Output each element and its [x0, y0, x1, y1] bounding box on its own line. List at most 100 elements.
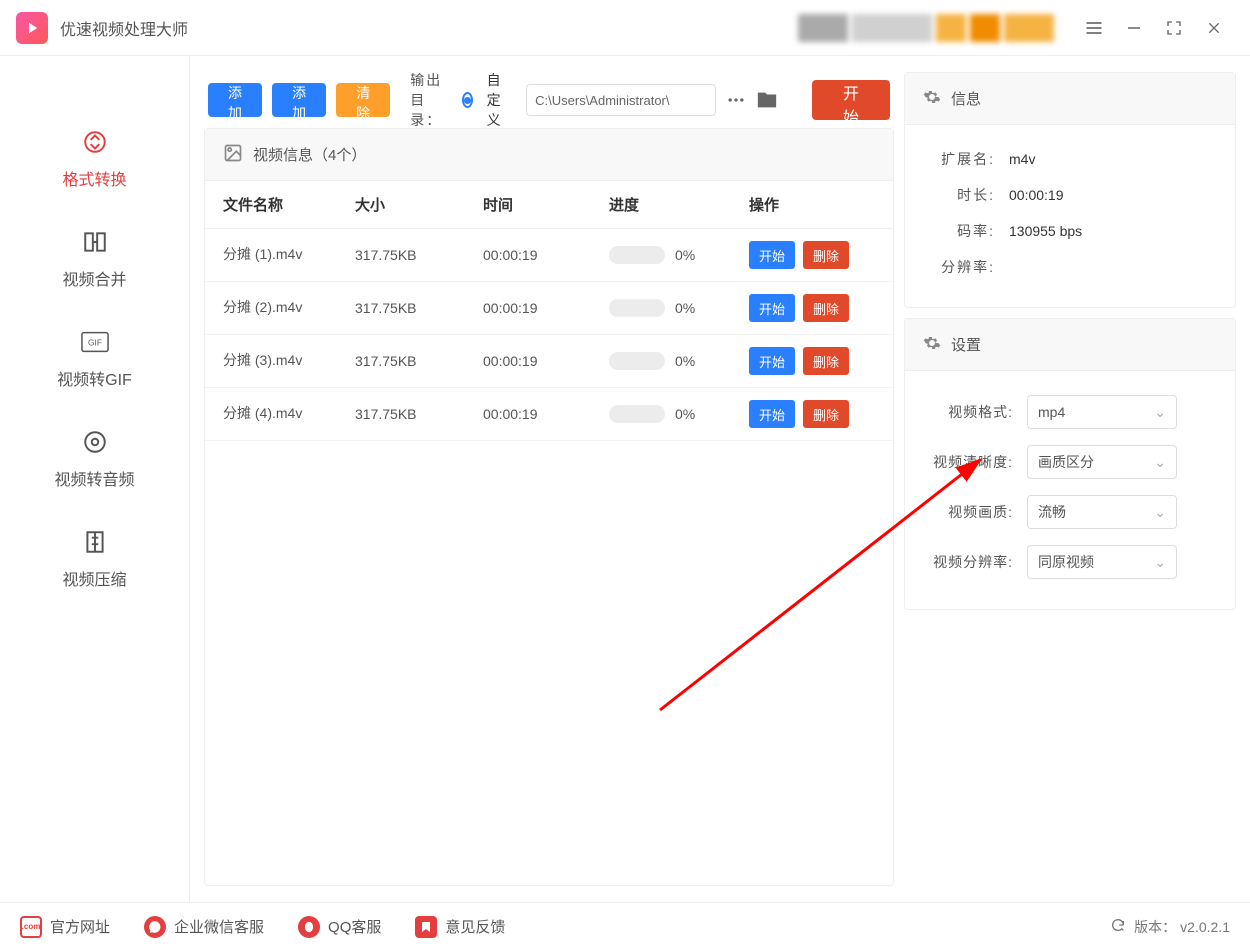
- col-time: 时间: [483, 194, 609, 215]
- sidebar: 格式转换 视频合并 GIF 视频转GIF 视频转音频 视频压缩: [0, 56, 190, 902]
- settings-panel-title: 设置: [951, 334, 981, 355]
- cell-ops: 开始 删除: [749, 241, 875, 269]
- progress-text: 0%: [675, 406, 695, 422]
- setting-quality-select[interactable]: 流畅⌄: [1027, 495, 1177, 529]
- row-start-button[interactable]: 开始: [749, 241, 795, 269]
- chevron-down-icon: ⌄: [1154, 454, 1166, 471]
- cell-size: 317.75KB: [355, 300, 483, 316]
- add-file-button[interactable]: 添加文件: [208, 83, 262, 117]
- row-start-button[interactable]: 开始: [749, 347, 795, 375]
- gear-icon: [923, 334, 941, 356]
- output-custom-label[interactable]: 自定义: [487, 70, 507, 130]
- nav-item-0[interactable]: 格式转换: [25, 126, 165, 190]
- row-delete-button[interactable]: 删除: [803, 400, 849, 428]
- app-logo: [16, 12, 48, 44]
- footer: .com 官方网址 企业微信客服 QQ客服 意见反馈 版本： v2.0.2.1: [0, 902, 1250, 950]
- video-list-header: 视频信息 （4个）: [205, 129, 893, 181]
- row-start-button[interactable]: 开始: [749, 400, 795, 428]
- footer-feedback-link[interactable]: 意见反馈: [415, 916, 505, 938]
- settings-panel: 设置 视频格式: mp4⌄ 视频清晰度: 画质区分⌄ 视频画质: 流畅⌄ 视频分…: [904, 318, 1236, 610]
- table-row: 分摊 (4).m4v 317.75KB 00:00:19 0% 开始 删除: [205, 388, 893, 441]
- progress-bar: [609, 299, 665, 317]
- fullscreen-button[interactable]: [1154, 8, 1194, 48]
- nav-item-2[interactable]: GIF 视频转GIF: [25, 326, 165, 390]
- nav-label: 视频转音频: [54, 466, 134, 490]
- cell-size: 317.75KB: [355, 247, 483, 263]
- gif-icon: GIF: [79, 326, 111, 358]
- cell-ops: 开始 删除: [749, 294, 875, 322]
- setting-clarity-select[interactable]: 画质区分⌄: [1027, 445, 1177, 479]
- video-list-count: （4个）: [313, 144, 366, 165]
- audio-icon: [79, 426, 111, 458]
- clear-list-button[interactable]: 清除列表: [336, 83, 390, 117]
- info-panel: 信息 扩展名:m4v 时长:00:00:19 码率:130955 bps 分辨率…: [904, 72, 1236, 308]
- col-size: 大小: [355, 194, 483, 215]
- table-row: 分摊 (2).m4v 317.75KB 00:00:19 0% 开始 删除: [205, 282, 893, 335]
- row-delete-button[interactable]: 删除: [803, 241, 849, 269]
- info-duration-label: 时长:: [923, 185, 995, 205]
- progress-text: 0%: [675, 300, 695, 316]
- cell-name: 分摊 (3).m4v: [223, 351, 355, 371]
- nav-label: 格式转换: [62, 166, 126, 190]
- wechat-icon: [144, 916, 166, 938]
- setting-format-select[interactable]: mp4⌄: [1027, 395, 1177, 429]
- info-duration-value: 00:00:19: [1009, 187, 1064, 203]
- cell-time: 00:00:19: [483, 247, 609, 263]
- row-delete-button[interactable]: 删除: [803, 347, 849, 375]
- table-header: 文件名称 大小 时间 进度 操作: [205, 181, 893, 229]
- merge-icon: [79, 226, 111, 258]
- close-button[interactable]: [1194, 8, 1234, 48]
- cell-progress: 0%: [609, 246, 749, 264]
- cell-time: 00:00:19: [483, 300, 609, 316]
- progress-text: 0%: [675, 353, 695, 369]
- svg-text:GIF: GIF: [88, 338, 102, 348]
- refresh-icon: [1110, 917, 1126, 936]
- convert-icon: [79, 126, 111, 158]
- output-dir-label: 输出目录：: [410, 70, 447, 130]
- nav-item-3[interactable]: 视频转音频: [25, 426, 165, 490]
- table-row: 分摊 (3).m4v 317.75KB 00:00:19 0% 开始 删除: [205, 335, 893, 388]
- footer-qq-link[interactable]: QQ客服: [298, 916, 381, 938]
- menu-button[interactable]: [1074, 8, 1114, 48]
- video-list-title: 视频信息: [253, 144, 313, 165]
- version-info[interactable]: 版本： v2.0.2.1: [1110, 917, 1230, 937]
- row-start-button[interactable]: 开始: [749, 294, 795, 322]
- progress-bar: [609, 246, 665, 264]
- qq-icon: [298, 916, 320, 938]
- cell-time: 00:00:19: [483, 353, 609, 369]
- nav-label: 视频合并: [62, 266, 126, 290]
- nav-item-1[interactable]: 视频合并: [25, 226, 165, 290]
- nav-item-4[interactable]: 视频压缩: [25, 526, 165, 590]
- output-path-input[interactable]: [526, 84, 716, 116]
- globe-icon: .com: [20, 916, 42, 938]
- cell-ops: 开始 删除: [749, 400, 875, 428]
- add-folder-button[interactable]: 添加目录: [272, 83, 326, 117]
- row-delete-button[interactable]: 删除: [803, 294, 849, 322]
- nav-label: 视频转GIF: [57, 366, 132, 390]
- footer-wechat-link[interactable]: 企业微信客服: [144, 916, 264, 938]
- gear-icon: [923, 88, 941, 110]
- cell-progress: 0%: [609, 405, 749, 423]
- info-bitrate-value: 130955 bps: [1009, 223, 1082, 239]
- output-more-button[interactable]: [726, 84, 746, 116]
- open-folder-button[interactable]: [756, 84, 778, 116]
- progress-text: 0%: [675, 247, 695, 263]
- cell-size: 317.75KB: [355, 406, 483, 422]
- col-name: 文件名称: [223, 194, 355, 215]
- start-convert-button[interactable]: 开始转换: [812, 80, 890, 120]
- info-bitrate-label: 码率:: [923, 221, 995, 241]
- setting-resolution-select[interactable]: 同原视频⌄: [1027, 545, 1177, 579]
- footer-site-link[interactable]: .com 官方网址: [20, 916, 110, 938]
- minimize-button[interactable]: [1114, 8, 1154, 48]
- cell-name: 分摊 (4).m4v: [223, 404, 355, 424]
- cell-name: 分摊 (2).m4v: [223, 298, 355, 318]
- nav-label: 视频压缩: [62, 566, 126, 590]
- user-area-blurred: [794, 12, 1054, 44]
- cell-progress: 0%: [609, 352, 749, 370]
- chevron-down-icon: ⌄: [1154, 504, 1166, 521]
- info-ext-value: m4v: [1009, 151, 1035, 167]
- setting-quality-label: 视频画质:: [923, 502, 1013, 522]
- setting-resolution-label: 视频分辨率:: [923, 552, 1013, 572]
- output-custom-radio[interactable]: [462, 92, 473, 108]
- cell-ops: 开始 删除: [749, 347, 875, 375]
